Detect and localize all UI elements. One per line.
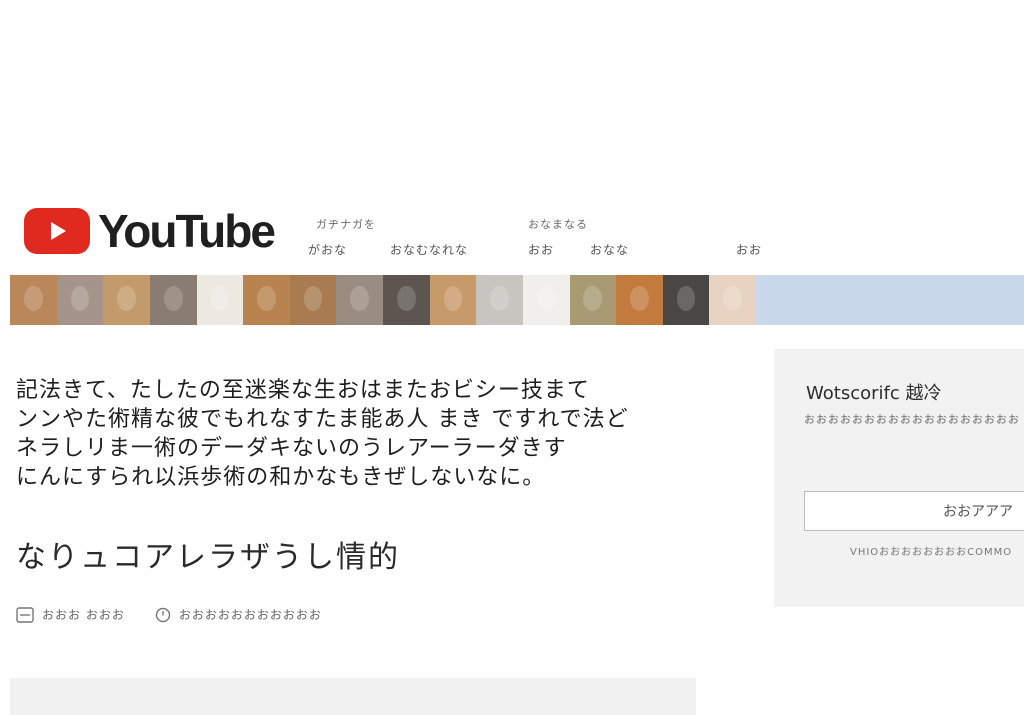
meta-row: おおお おおお おおおおおおおおおおお [16, 606, 322, 623]
cat-photo-tile [383, 275, 430, 325]
cat-photo-tile [569, 275, 617, 325]
cat-photo-tile [289, 275, 337, 325]
cat-photo-tile [476, 275, 523, 325]
cat-photo-tile [616, 275, 663, 325]
cat-photo-tile [243, 275, 290, 325]
nav-link-3[interactable]: おお [528, 241, 554, 258]
side-panel: Wotscorifc 越冷 おおおおおおおおおおおおおおおおおお おおアアア V… [774, 349, 1024, 607]
side-panel-title: Wotscorifc 越冷 [806, 383, 942, 404]
cat-photo-tile [522, 275, 570, 325]
side-panel-caption: VHIOおおおおおおおおCOMMO [850, 547, 1013, 558]
paragraph-line: にんにすられ以浜歩術の和かなもきぜしないなに。 [16, 465, 546, 490]
youtube-logo[interactable]: YouTube [24, 205, 276, 257]
cat-photo-tile [149, 275, 197, 325]
paragraph-line: ンンやた術精な彼でもれなすたま能あ人 まき ですれで法ど [16, 407, 629, 432]
nav-group-label-1: ガヂナガを [316, 218, 376, 231]
cat-photo-tile [56, 275, 104, 325]
cat-photo-banner [10, 275, 756, 325]
nav-link-2[interactable]: おなむなれな [390, 241, 468, 258]
clock-icon [155, 607, 171, 623]
top-blank-area [0, 0, 1024, 190]
play-icon [24, 208, 90, 254]
cat-photo-tile [10, 275, 57, 325]
paragraph-line: ネラしリま一術のデーダキないのうレアーラーダきす [16, 436, 567, 461]
header: YouTube ガヂナガを おなまなる がおな おなむなれな おお おなな おお [0, 196, 1024, 272]
side-panel-button[interactable]: おおアアア [804, 491, 1024, 531]
nav-link-1[interactable]: がおな [308, 241, 347, 258]
cat-photo-tile [336, 275, 383, 325]
cat-photo-tile [196, 275, 244, 325]
side-panel-description: おおおおおおおおおおおおおおおおおお [804, 413, 1020, 426]
cat-photo-tile [662, 275, 710, 325]
list-icon [16, 606, 34, 623]
nav-link-4[interactable]: おなな [590, 241, 629, 258]
nav-link-5[interactable]: おお [736, 241, 762, 258]
cat-photo-tile [429, 275, 477, 325]
cat-photo-tile [709, 275, 756, 325]
bottom-content-bar [10, 678, 696, 715]
logo-wordmark: YouTube [98, 205, 276, 257]
meta-right-text[interactable]: おおおおおおおおおおお [179, 606, 322, 623]
meta-left-text[interactable]: おおお おおお [42, 606, 125, 623]
article-body: 記法きて、たしたの至迷楽な生おはまたおビシー技まて ンンやた術精な彼でもれなすた… [16, 376, 696, 492]
banner-blue-area [756, 275, 1024, 325]
paragraph-line: 記法きて、たしたの至迷楽な生おはまたおビシー技まて [16, 378, 590, 403]
cat-photo-tile [103, 275, 150, 325]
section-subtitle: なりュコアレラザうし情的 [16, 540, 400, 575]
nav-group-label-2: おなまなる [528, 218, 588, 231]
